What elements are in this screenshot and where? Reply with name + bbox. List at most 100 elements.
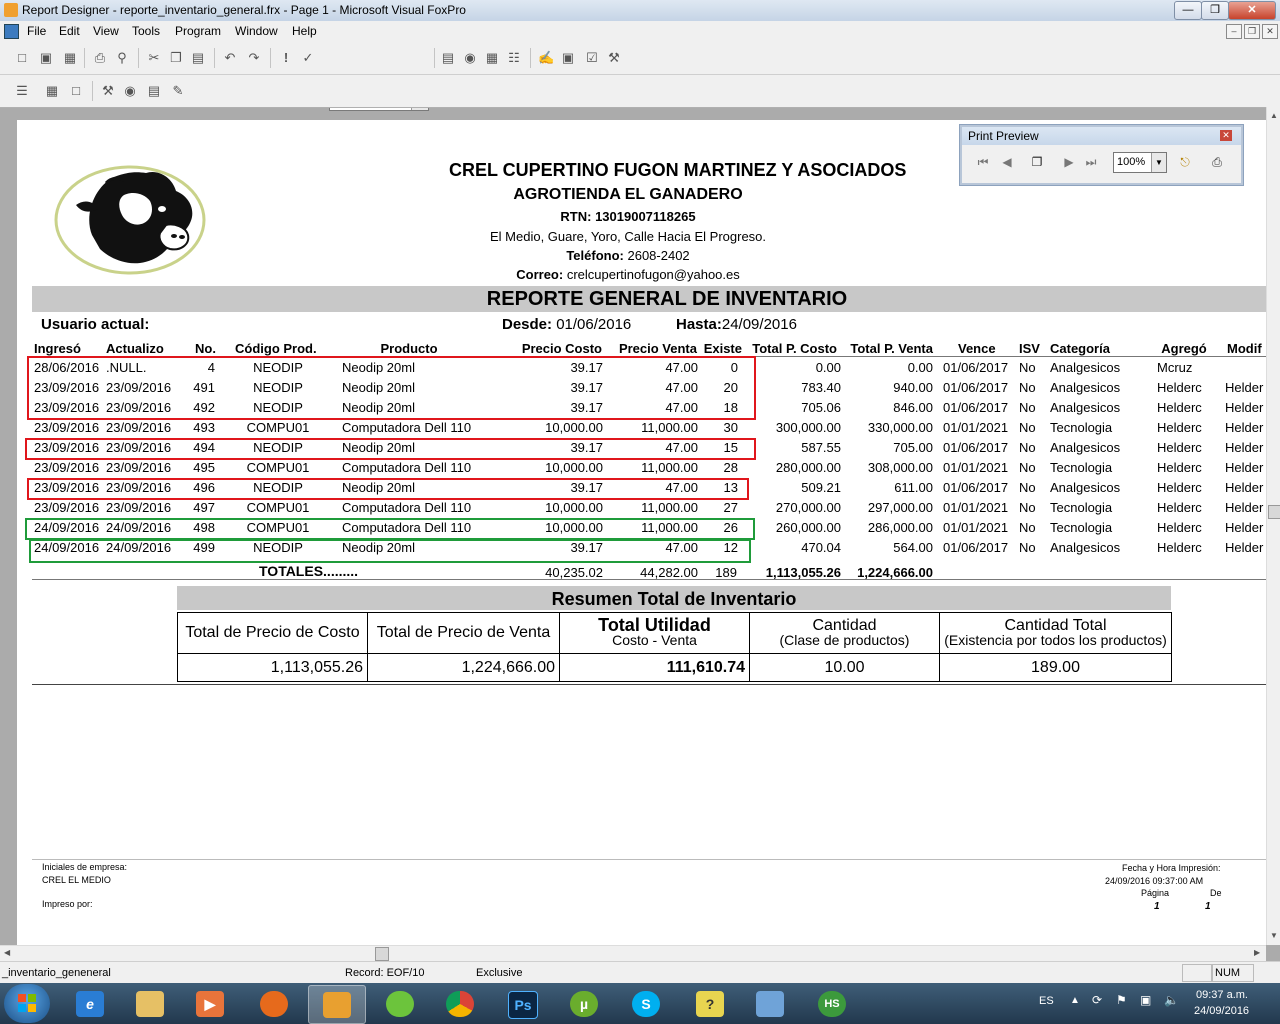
font-properties-icon[interactable]: ✎	[170, 83, 186, 99]
taskbar-hs[interactable]: HS	[804, 985, 860, 1022]
summary-v-cantidad: 10.00	[749, 653, 940, 682]
restore-button[interactable]: ❐	[1201, 1, 1229, 20]
go-to-page-icon[interactable]: ❐	[1028, 153, 1046, 171]
mdi-restore-button[interactable]: ❐	[1244, 24, 1260, 39]
chevron-down-icon[interactable]: ▼	[1151, 153, 1166, 172]
taskbar-photoshop[interactable]: Ps	[494, 985, 550, 1022]
previous-page-icon[interactable]: ◀	[998, 153, 1016, 171]
close-icon[interactable]: ✕	[1220, 130, 1232, 141]
print-icon[interactable]: ⎙	[1208, 153, 1226, 171]
taskbar-firefox[interactable]	[246, 985, 302, 1022]
command-window-icon[interactable]: ▤	[440, 50, 456, 66]
menu-program[interactable]: Program	[175, 24, 221, 38]
taskbar-chrome[interactable]	[432, 985, 488, 1022]
data-environment-icon[interactable]: ▦	[44, 83, 60, 99]
column-header: Total P. Costo	[752, 341, 837, 356]
table-cell: 01/01/2021	[943, 500, 1009, 515]
first-page-icon[interactable]: ⏮	[974, 153, 992, 171]
scroll-down-icon[interactable]: ▼	[1270, 931, 1278, 940]
taskbar-skype[interactable]: S	[618, 985, 674, 1022]
table-cell: 01/06/2017	[943, 540, 1009, 555]
menu-tools[interactable]: Tools	[132, 24, 160, 38]
taskbar-help[interactable]: ?	[682, 985, 738, 1022]
new-file-icon[interactable]: □	[14, 50, 30, 66]
object-browser-icon[interactable]: ▣	[560, 50, 576, 66]
report-controls-icon[interactable]: ⚒	[100, 83, 116, 99]
close-button[interactable]: ✕	[1228, 1, 1276, 20]
company-name: CREL CUPERTINO FUGON MARTINEZ Y ASOCIADO…	[449, 160, 907, 180]
taskbar-foxpro[interactable]	[308, 985, 366, 1024]
table-cell: 470.04	[801, 540, 841, 555]
table-cell: Tecnologia	[1050, 520, 1113, 535]
table-cell: 23/09/2016	[106, 420, 172, 435]
scroll-left-icon[interactable]: ◀	[4, 948, 10, 957]
start-button[interactable]	[4, 984, 50, 1023]
table-cell: Helderc	[1157, 460, 1202, 475]
paste-icon[interactable]: ▤	[190, 50, 206, 66]
last-page-icon[interactable]: ⏭	[1082, 153, 1100, 171]
email-line: Correo: crelcupertinofugon@yahoo.es	[449, 267, 807, 282]
show-hidden-icons-icon[interactable]: ▲	[1070, 995, 1080, 1006]
redo-icon[interactable]: ↷	[246, 50, 262, 66]
run-icon[interactable]: !	[278, 50, 294, 66]
vertical-scroll-thumb[interactable]	[1268, 505, 1280, 519]
data-grouping-icon[interactable]: ☰	[14, 83, 30, 99]
column-header: Actualizo	[106, 341, 164, 356]
data-session-icon[interactable]: ◉	[462, 50, 478, 66]
taskbar-explorer[interactable]	[122, 985, 178, 1022]
minimize-button[interactable]: —	[1174, 1, 1202, 20]
print-icon[interactable]: ⎙	[92, 50, 108, 66]
scroll-up-icon[interactable]: ▲	[1270, 111, 1278, 120]
menu-help[interactable]: Help	[292, 24, 317, 38]
cut-icon[interactable]: ✂	[146, 50, 162, 66]
sync-icon[interactable]: ⟳	[1092, 993, 1102, 1007]
mdi-minimize-button[interactable]: –	[1226, 24, 1242, 39]
document-view-icon[interactable]: ☷	[506, 50, 522, 66]
menu-edit[interactable]: Edit	[59, 24, 80, 38]
open-folder-icon[interactable]: ▣	[38, 50, 54, 66]
table-cell: 10,000.00	[545, 500, 603, 515]
title-bar: Report Designer - reporte_inventario_gen…	[0, 0, 1280, 22]
taskbar-image-viewer[interactable]	[742, 985, 798, 1022]
taskbar-ie[interactable]: e	[62, 985, 118, 1022]
table-cell: Analgesicos	[1050, 440, 1121, 455]
toolbox-icon[interactable]: ⚒	[606, 50, 622, 66]
network-icon[interactable]: ▣	[1140, 993, 1151, 1007]
vertical-scrollbar[interactable]: ▲ ▼	[1266, 107, 1280, 945]
menu-window[interactable]: Window	[235, 24, 278, 38]
horizontal-scroll-thumb[interactable]	[375, 947, 389, 961]
flag-icon[interactable]: ⚑	[1116, 993, 1127, 1007]
clock-date[interactable]: 24/09/2016	[1194, 1005, 1249, 1017]
highlight-box-red	[27, 356, 756, 420]
next-page-icon[interactable]: ▶	[1060, 153, 1078, 171]
horizontal-scrollbar[interactable]: ◀ ▶	[0, 945, 1266, 962]
taskbar-app-green[interactable]	[372, 985, 428, 1022]
layout-icon[interactable]: ▤	[146, 83, 162, 99]
menu-file[interactable]: File	[27, 24, 46, 38]
data-browse-icon[interactable]: ▦	[484, 50, 500, 66]
undo-icon[interactable]: ↶	[222, 50, 238, 66]
table-cell: 564.00	[893, 540, 933, 555]
clock-time[interactable]: 09:37 a.m.	[1196, 989, 1248, 1001]
modify-icon[interactable]: ✓	[300, 50, 316, 66]
close-preview-icon[interactable]: ⎋	[1176, 153, 1194, 171]
table-cell: 11,000.00	[641, 420, 698, 435]
language-indicator[interactable]: ES	[1039, 995, 1054, 1007]
table-cell: Helderc	[1157, 440, 1202, 455]
save-icon[interactable]: ▦	[62, 50, 78, 66]
copy-icon[interactable]: ❐	[168, 50, 184, 66]
table-cell: 286,000.00	[867, 520, 933, 535]
task-list-icon[interactable]: ☑	[584, 50, 600, 66]
volume-icon[interactable]: 🔈	[1164, 993, 1179, 1007]
page-setup-icon[interactable]: □	[68, 83, 84, 99]
table-cell: 23/09/2016	[106, 500, 172, 515]
color-palette-icon[interactable]: ◉	[122, 83, 138, 99]
zoom-select[interactable]: 100% ▼	[1113, 152, 1167, 173]
scroll-right-icon[interactable]: ▶	[1254, 948, 1260, 957]
mdi-close-button[interactable]: ✕	[1262, 24, 1278, 39]
taskbar-media[interactable]: ▶	[182, 985, 238, 1022]
menu-view[interactable]: View	[93, 24, 119, 38]
print-preview-icon[interactable]: ⚲	[114, 50, 130, 66]
taskbar-utorrent[interactable]: µ	[556, 985, 612, 1022]
class-browser-icon[interactable]: ✍	[538, 50, 554, 66]
